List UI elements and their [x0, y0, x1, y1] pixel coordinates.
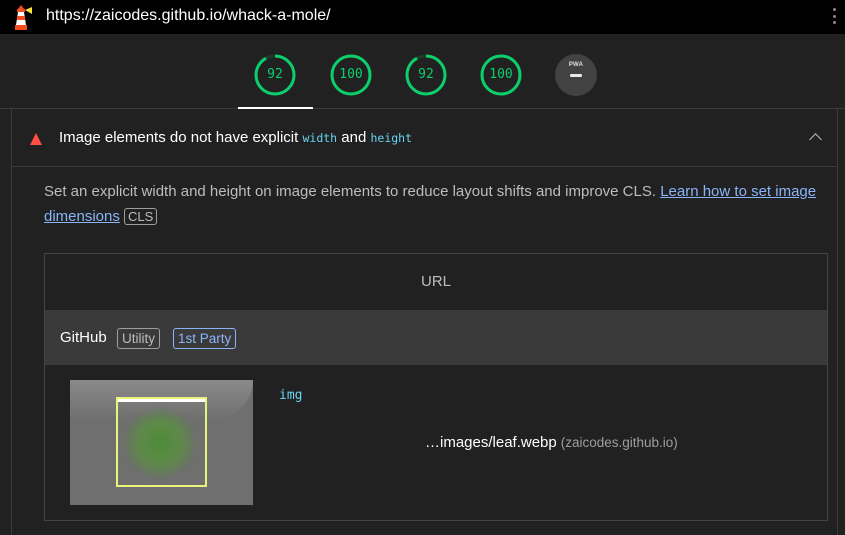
entity-name: GitHub	[60, 329, 107, 346]
cls-tag: CLS	[124, 208, 158, 225]
warning-triangle-icon	[30, 133, 42, 145]
audit-panel: Image elements do not have explicit widt…	[11, 109, 838, 535]
image-thumbnail[interactable]	[70, 380, 253, 505]
top-bar: https://zaicodes.github.io/whack-a-mole/	[0, 0, 845, 34]
resource-url: …images/leaf.webp	[425, 434, 557, 451]
score-gauges: 92 100 92 100 PWA	[0, 34, 845, 109]
audit-description: Set an explicit width and height on imag…	[44, 179, 829, 229]
audit-title-and: and	[337, 129, 371, 146]
utility-badge: Utility	[117, 328, 160, 349]
resource-host: (zaicodes.github.io)	[560, 435, 678, 450]
lighthouse-logo-icon	[15, 5, 32, 30]
audit-title-code-height: height	[370, 131, 413, 145]
accessibility-score: 100	[339, 67, 363, 82]
entity-group-row: GitHub Utility 1st Party	[45, 310, 827, 365]
pwa-dash-icon	[570, 74, 582, 77]
description-text: Set an explicit width and height on imag…	[44, 183, 661, 200]
best-practices-score: 92	[418, 67, 434, 82]
pwa-label: PWA	[568, 62, 584, 68]
performance-gauge[interactable]: 92	[254, 54, 296, 96]
more-options-icon[interactable]	[829, 5, 839, 27]
seo-score: 100	[489, 67, 513, 82]
accessibility-gauge[interactable]: 100	[330, 54, 372, 96]
audit-title-text: Image elements do not have explicit	[59, 129, 303, 146]
chevron-up-icon[interactable]	[809, 133, 822, 146]
audit-title: Image elements do not have explicit widt…	[59, 129, 412, 146]
first-party-badge: 1st Party	[173, 328, 237, 349]
best-practices-gauge[interactable]: 92	[405, 54, 447, 96]
node-tag[interactable]: img	[279, 388, 302, 403]
performance-score: 92	[267, 67, 283, 82]
details-table: URL GitHub Utility 1st Party img …images…	[44, 253, 828, 521]
seo-gauge[interactable]: 100	[480, 54, 522, 96]
table-row-url[interactable]: …images/leaf.webp (zaicodes.github.io)	[425, 434, 678, 451]
table-header-url: URL	[420, 273, 451, 290]
pwa-badge[interactable]: PWA	[555, 54, 597, 96]
element-highlight-box	[116, 397, 207, 487]
page-url: https://zaicodes.github.io/whack-a-mole/	[46, 7, 331, 24]
audit-title-code-width: width	[302, 131, 338, 145]
audit-header[interactable]: Image elements do not have explicit widt…	[12, 109, 837, 167]
